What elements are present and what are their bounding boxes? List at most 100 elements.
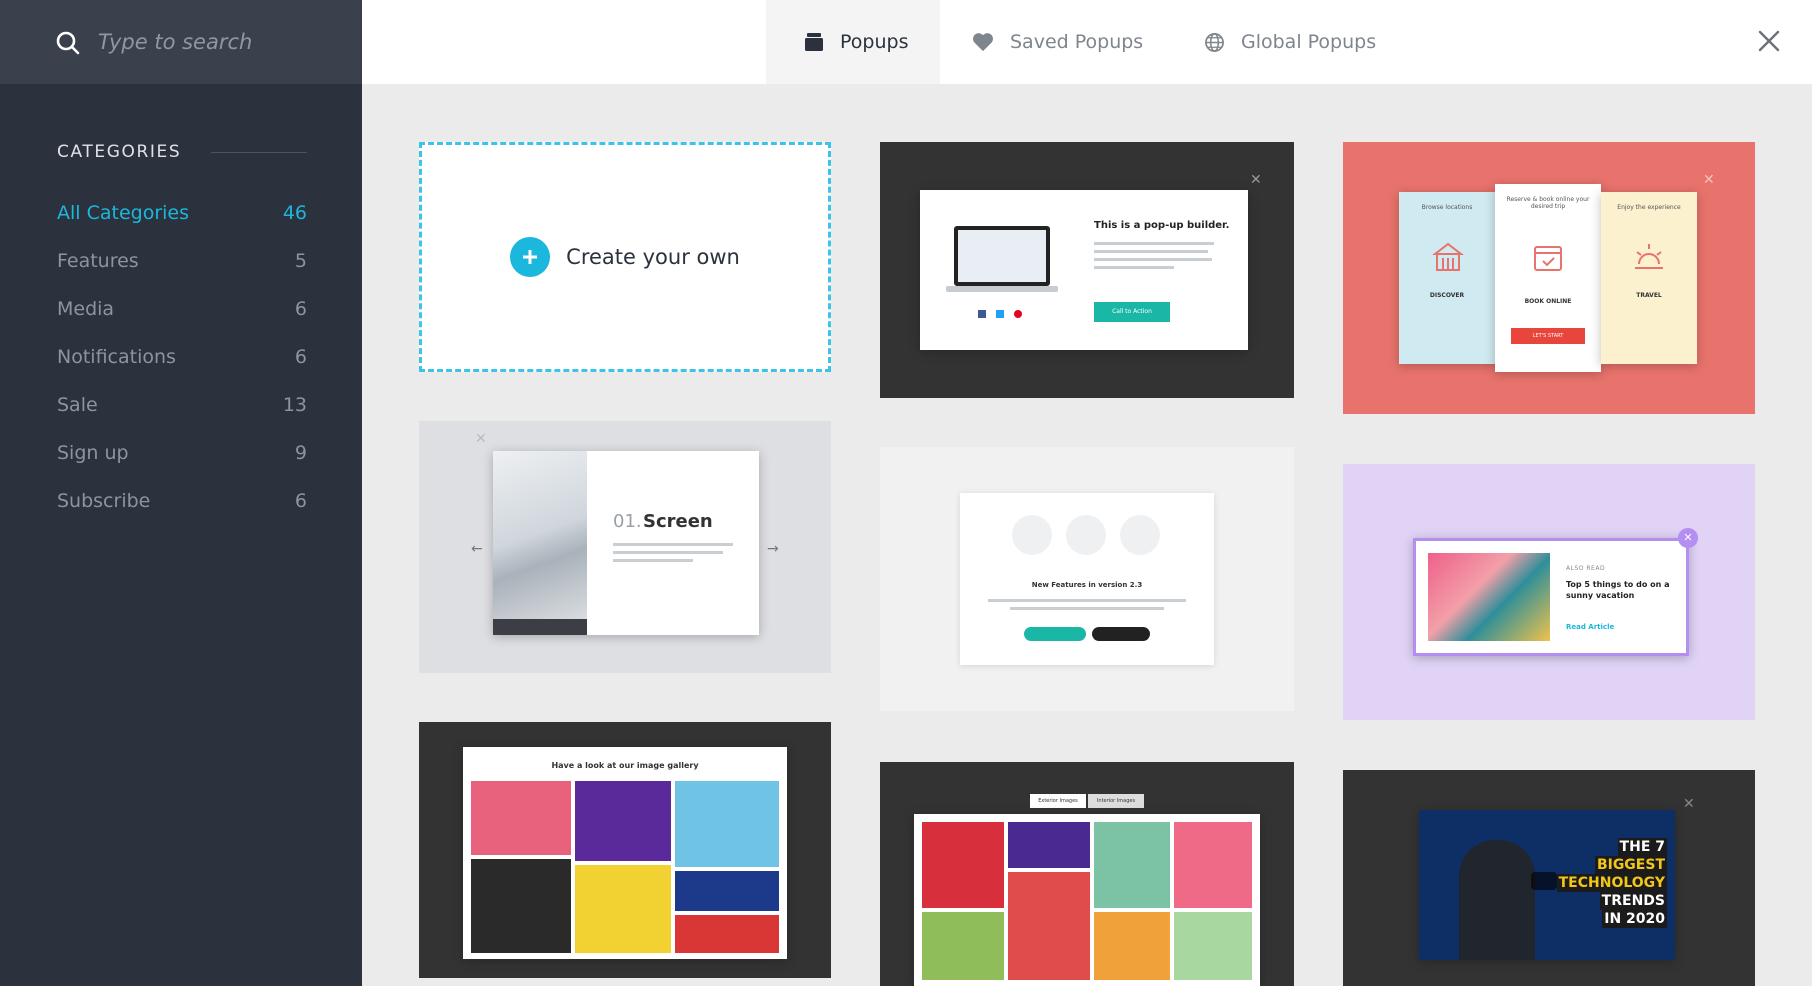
- category-count: 6: [294, 490, 307, 512]
- close-icon[interactable]: [1754, 26, 1784, 56]
- travel-cta: LET'S START: [1511, 328, 1585, 344]
- tab-label: Global Popups: [1241, 31, 1377, 53]
- video-preview: THE 7 BIGGEST TECHNOLOGY TRENDS IN 2020: [1419, 810, 1675, 960]
- heart-icon: [973, 33, 993, 52]
- category-label: Sale: [57, 394, 98, 416]
- gallery-tab-interior: Interior Images: [1088, 794, 1144, 808]
- laptop-image: [493, 451, 587, 635]
- gallery-title: Have a look at our image gallery: [551, 761, 699, 770]
- step-label: BOOK ONLINE: [1524, 298, 1572, 305]
- category-media[interactable]: Media 6: [57, 285, 307, 333]
- folder-icon: [805, 33, 823, 51]
- screen-number: 01.: [613, 511, 642, 532]
- template-card-article[interactable]: ALSO READ Top 5 things to do on a sunny …: [1343, 464, 1755, 720]
- category-label: Media: [57, 298, 115, 320]
- search-icon[interactable]: [55, 30, 81, 56]
- template-card-gallery[interactable]: Have a look at our image gallery: [419, 722, 831, 978]
- arrow-left-icon: ←: [471, 541, 483, 557]
- video-caption: THE 7 BIGGEST TECHNOLOGY TRENDS IN 2020: [1556, 838, 1667, 928]
- category-list: All Categories 46 Features 5 Media 6 Not…: [57, 189, 307, 525]
- article-title: Top 5 things to do on a sunny vacation: [1566, 580, 1670, 601]
- presenter-image: [1459, 840, 1535, 960]
- category-sign-up[interactable]: Sign up 9: [57, 429, 307, 477]
- step-label: DISCOVER: [1429, 292, 1465, 299]
- tab-label: Saved Popups: [1010, 31, 1144, 53]
- search-bar: [0, 0, 362, 84]
- step-caption: Browse locations: [1421, 204, 1473, 211]
- category-all-categories[interactable]: All Categories 46: [57, 189, 307, 237]
- category-label: Features: [57, 250, 139, 272]
- category-count: 9: [294, 442, 307, 464]
- globe-icon: [1205, 32, 1224, 52]
- document-icon: [1120, 515, 1160, 555]
- template-card-features[interactable]: New Features in version 2.3: [880, 447, 1294, 711]
- step-caption: Reserve & book online your desired trip: [1506, 196, 1590, 210]
- features-title: New Features in version 2.3: [1031, 581, 1143, 589]
- template-card-screen[interactable]: ✕ ← → 01. Screen: [419, 421, 831, 673]
- popup-preview: 01. Screen: [493, 451, 759, 635]
- category-subscribe[interactable]: Subscribe 6: [57, 477, 307, 525]
- create-label: Create your own: [566, 245, 740, 269]
- step-travel: Enjoy the experience TRAVEL: [1601, 192, 1697, 364]
- video-caption-line: BIGGEST: [1594, 856, 1667, 874]
- gallery-tab-exterior: Exterior Images: [1030, 794, 1086, 808]
- building-icon: [1432, 242, 1464, 271]
- builder-cta: Call to Action: [1094, 302, 1170, 322]
- category-count: 6: [294, 298, 307, 320]
- arrow-right-icon: →: [767, 541, 779, 557]
- category-sale[interactable]: Sale 13: [57, 381, 307, 429]
- calendar-icon: [1534, 246, 1562, 271]
- template-card-travel[interactable]: ✕ Browse locations DISCOVER Reserve & bo…: [1343, 142, 1755, 414]
- step-label: TRAVEL: [1636, 292, 1662, 299]
- close-icon: ✕: [1683, 796, 1695, 812]
- builder-title: This is a pop-up builder.: [1094, 220, 1230, 231]
- category-count: 46: [282, 202, 307, 224]
- search-input[interactable]: [98, 22, 338, 62]
- screen-title: Screen: [643, 511, 713, 532]
- step-discover: Browse locations DISCOVER: [1399, 192, 1495, 364]
- close-icon: ✕: [1703, 172, 1715, 188]
- category-count: 6: [294, 346, 307, 368]
- step-caption: Enjoy the experience: [1617, 204, 1681, 211]
- category-label: Subscribe: [57, 490, 151, 512]
- top-bar: Popups Saved Popups Global Popups: [362, 0, 1812, 84]
- tab-saved-popups[interactable]: Saved Popups: [972, 0, 1172, 84]
- image-icon: [1066, 515, 1106, 555]
- popup-preview: ALSO READ Top 5 things to do on a sunny …: [1413, 538, 1689, 656]
- plus-icon: [510, 237, 551, 277]
- article-image: [1428, 553, 1550, 641]
- calendar-icon: [1012, 515, 1052, 555]
- laptop-image: [954, 226, 1050, 286]
- categories-heading: CATEGORIES: [57, 140, 307, 164]
- close-icon: ✕: [1250, 172, 1262, 188]
- categories-title: CATEGORIES: [57, 142, 182, 162]
- video-caption-line: THE 7: [1617, 838, 1667, 856]
- tab-popups[interactable]: Popups: [766, 0, 940, 84]
- play-button: [1531, 872, 1557, 890]
- category-label: Sign up: [57, 442, 129, 464]
- category-label: All Categories: [57, 202, 190, 224]
- close-icon: ✕: [475, 431, 487, 447]
- popup-preview: Have a look at our image gallery: [463, 747, 787, 959]
- category-count: 13: [282, 394, 307, 416]
- template-card-tabbed-gallery[interactable]: Exterior Images Interior Images: [880, 762, 1294, 986]
- tab-global-popups[interactable]: Global Popups: [1204, 0, 1424, 84]
- tab-label: Popups: [840, 31, 909, 53]
- video-caption-line: IN 2020: [1602, 910, 1667, 928]
- divider: [211, 151, 307, 153]
- template-card-video[interactable]: ✕ THE 7 BIGGEST TECHNOLOGY TRENDS IN 202…: [1343, 770, 1755, 986]
- category-notifications[interactable]: Notifications 6: [57, 333, 307, 381]
- sidebar: CATEGORIES All Categories 46 Features 5 …: [0, 0, 362, 986]
- sun-icon: [1635, 244, 1663, 269]
- category-features[interactable]: Features 5: [57, 237, 307, 285]
- article-kicker: ALSO READ: [1566, 565, 1606, 572]
- step-book-online: Reserve & book online your desired trip …: [1495, 184, 1601, 372]
- popup-preview: This is a pop-up builder. Call to Action: [920, 190, 1248, 350]
- category-count: 5: [294, 250, 307, 272]
- category-label: Notifications: [57, 346, 176, 368]
- create-your-own-card[interactable]: Create your own: [419, 142, 831, 372]
- article-link: Read Article: [1566, 623, 1615, 631]
- popup-preview: New Features in version 2.3: [960, 493, 1214, 665]
- template-card-builder[interactable]: ✕ This is a pop-up builder. Call to Acti…: [880, 142, 1294, 398]
- video-caption-line: TRENDS: [1599, 892, 1667, 910]
